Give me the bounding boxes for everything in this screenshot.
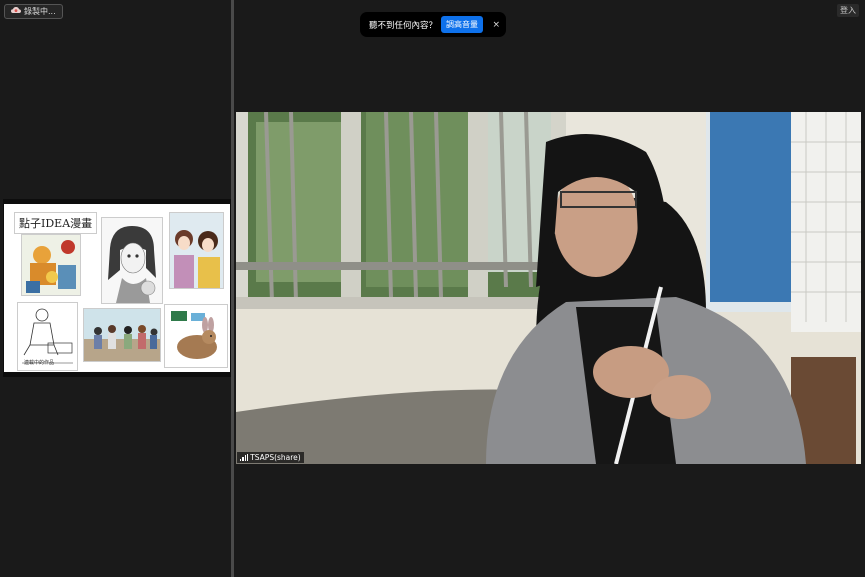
audio-notice-message: 聽不到任何內容？ — [369, 20, 438, 31]
participant-video[interactable]: TSAPS(share) — [236, 112, 861, 464]
comic-thumb-5 — [83, 308, 161, 362]
login-button[interactable]: 登入 — [837, 4, 859, 17]
comic-thumb-3 — [169, 212, 224, 289]
shared-slide: 點子IDEA漫畫 連載中的作品 — [4, 204, 230, 372]
close-icon[interactable]: × — [492, 20, 500, 30]
increase-volume-button[interactable]: 調高音量 — [441, 16, 484, 33]
slide-title: 點子IDEA漫畫 — [14, 212, 98, 234]
shared-screen-view[interactable]: 點子IDEA漫畫 連載中的作品 — [3, 199, 231, 377]
panel-divider[interactable] — [231, 0, 234, 577]
recording-indicator[interactable]: 錄製中... — [4, 4, 63, 19]
recording-label: 錄製中... — [24, 7, 56, 16]
signal-strength-icon — [240, 454, 249, 461]
cloud-record-icon — [11, 7, 21, 16]
comic-thumb-6 — [164, 304, 228, 368]
audio-notice-toast: 聽不到任何內容？ 調高音量 × — [360, 12, 506, 37]
participant-name: TSAPS(share) — [250, 453, 301, 462]
participant-name-tag: TSAPS(share) — [237, 452, 304, 463]
video-frame — [236, 112, 861, 464]
slide-caption: 連載中的作品 — [24, 360, 55, 366]
comic-thumb-1 — [21, 234, 81, 296]
comic-thumb-2 — [101, 217, 163, 304]
